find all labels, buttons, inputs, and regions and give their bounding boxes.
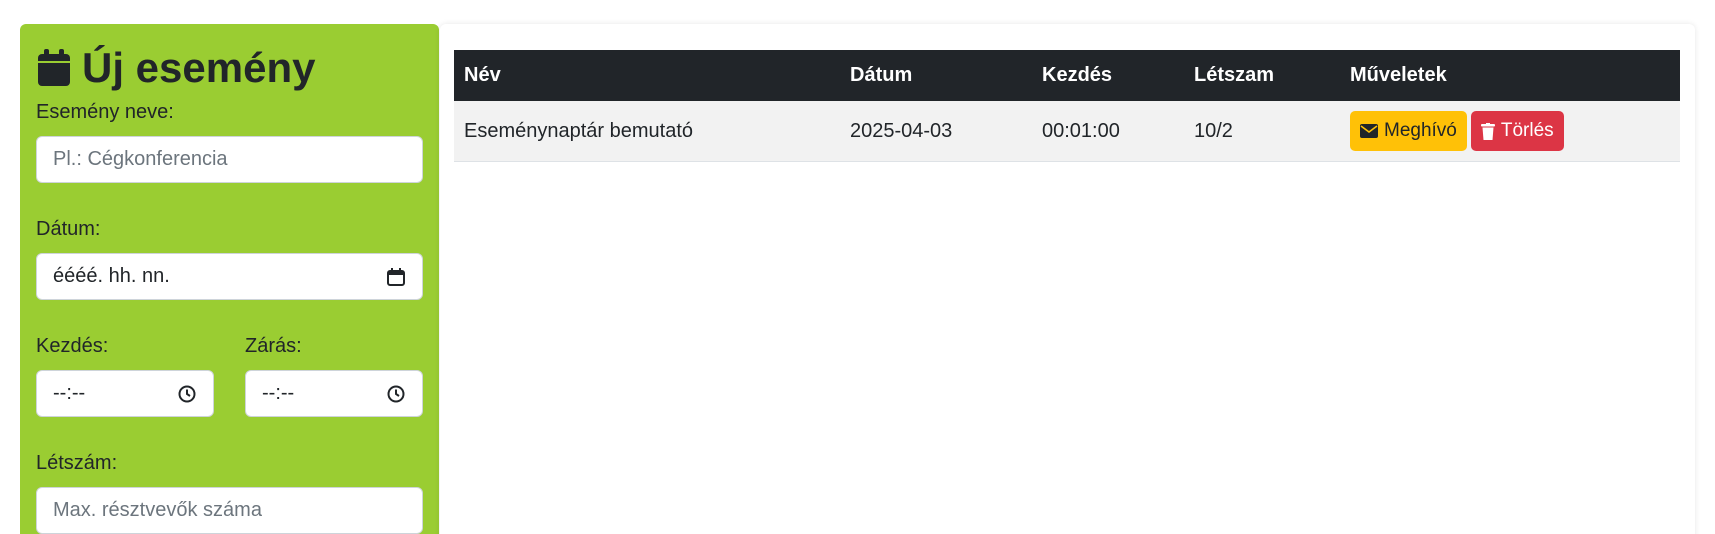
date-value: éééé. hh. nn. [53,265,170,287]
cell-date: 2025-04-03 [840,101,1032,162]
start-column: Kezdés: --:-- [36,334,214,451]
cell-capacity: 10/2 [1184,101,1340,162]
envelope-icon [1360,124,1378,138]
time-row: Kezdés: --:-- Zárás: --:-- [36,334,423,451]
calendar-small-icon[interactable] [386,267,406,287]
cell-actions: Meghívó Törlés [1340,101,1680,162]
delete-button-label: Törlés [1500,120,1554,141]
cell-start: 00:01:00 [1032,101,1184,162]
clock-icon[interactable] [386,384,406,404]
trash-icon [1480,122,1495,140]
column-header-start[interactable]: Kezdés [1032,50,1184,101]
page: Új esemény Esemény neve: Pl.: Cégkonfere… [0,0,1715,534]
form-title: Új esemény [36,42,423,94]
capacity-label: Létszám: [36,452,118,474]
event-name-input[interactable]: Pl.: Cégkonferencia [36,136,423,183]
date-label: Dátum: [36,218,101,240]
column-header-capacity[interactable]: Létszam [1184,50,1340,101]
form-title-text: Új esemény [82,44,316,91]
column-header-name[interactable]: Név [454,50,840,101]
delete-button[interactable]: Törlés [1470,111,1564,151]
column-header-actions: Műveletek [1340,50,1680,101]
start-label: Kezdés: [36,335,109,357]
end-time-value: --:-- [262,382,295,404]
table-header-row: Név Dátum Kezdés Létszam Műveletek [454,50,1680,101]
event-name-placeholder: Pl.: Cégkonferencia [53,148,228,170]
end-label: Zárás: [245,335,302,357]
start-time-input[interactable]: --:-- [36,370,214,417]
calendar-icon [38,49,70,86]
events-table: Név Dátum Kezdés Létszam Műveletek Esemé… [454,50,1680,162]
new-event-form: Új esemény Esemény neve: Pl.: Cégkonfere… [20,24,439,534]
clock-icon[interactable] [177,384,197,404]
capacity-placeholder: Max. résztvevők száma [53,499,262,521]
events-card: Név Dátum Kezdés Létszam Műveletek Esemé… [440,24,1695,534]
capacity-input[interactable]: Max. résztvevők száma [36,487,423,534]
end-time-input[interactable]: --:-- [245,370,423,417]
event-name-label: Esemény neve: [36,101,174,123]
invite-button-label: Meghívó [1384,120,1457,141]
cell-name: Eseménynaptár bemutató [454,101,840,162]
table-row: Eseménynaptár bemutató 2025-04-03 00:01:… [454,101,1680,162]
end-column: Zárás: --:-- [245,334,423,451]
invite-button[interactable]: Meghívó [1350,111,1467,151]
column-header-date[interactable]: Dátum [840,50,1032,101]
date-input[interactable]: éééé. hh. nn. [36,253,423,300]
start-time-value: --:-- [53,382,86,404]
